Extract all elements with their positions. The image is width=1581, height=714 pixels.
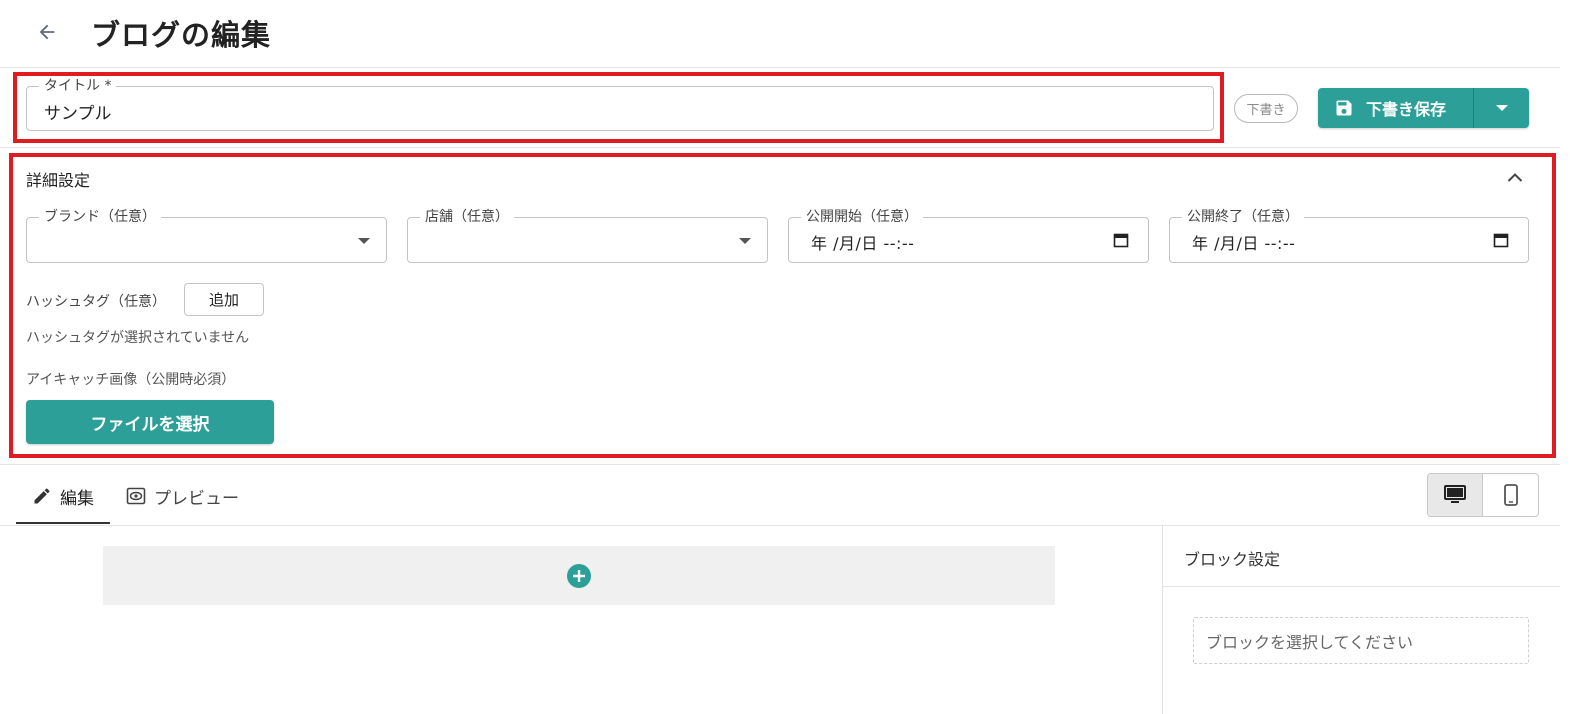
eye-icon bbox=[126, 487, 146, 505]
status-chip: 下書き bbox=[1234, 94, 1298, 123]
publish-end-value[interactable]: 年 /月/日 --:-- bbox=[1192, 230, 1295, 254]
details-section-title: 詳細設定 bbox=[26, 171, 91, 190]
title-input[interactable]: サンプル bbox=[44, 99, 112, 124]
hashtag-label: ハッシュタグ（任意） bbox=[26, 294, 166, 310]
add-hashtag-button[interactable]: 追加 bbox=[184, 283, 264, 316]
save-draft-label: 下書き保存 bbox=[1366, 100, 1447, 119]
publish-start-field[interactable]: 公開開始（任意） 年 /月/日 --:-- bbox=[788, 208, 1149, 263]
publish-start-value[interactable]: 年 /月/日 --:-- bbox=[811, 230, 914, 254]
tab-edit[interactable]: 編集 bbox=[16, 478, 110, 524]
brand-select[interactable]: ブランド（任意） bbox=[26, 208, 387, 263]
arrow-left-icon bbox=[39, 24, 55, 40]
plus-icon bbox=[573, 569, 585, 582]
save-icon bbox=[1336, 100, 1352, 116]
desktop-view-button[interactable] bbox=[1428, 474, 1484, 516]
title-field[interactable]: タイトル * サンプル bbox=[26, 77, 1214, 131]
caret-down-icon bbox=[1495, 105, 1508, 111]
tab-preview-label: プレビュー bbox=[154, 489, 239, 509]
publish-end-label: 公開終了（任意） bbox=[1182, 208, 1304, 226]
calendar-icon[interactable] bbox=[1493, 232, 1509, 248]
header-divider bbox=[0, 67, 1560, 68]
chevron-up-icon bbox=[1507, 173, 1523, 182]
device-toggle bbox=[1427, 473, 1539, 517]
hashtag-empty-text: ハッシュタグが選択されていません bbox=[26, 330, 250, 346]
block-settings-empty: ブロックを選択してください bbox=[1193, 617, 1529, 664]
tabs-divider bbox=[0, 525, 1560, 526]
details-divider bbox=[0, 464, 1560, 465]
smartphone-icon bbox=[1503, 484, 1518, 506]
mobile-view-button[interactable] bbox=[1483, 474, 1538, 516]
desktop-icon bbox=[1444, 485, 1466, 503]
title-field-label: タイトル * bbox=[39, 77, 117, 95]
save-button-group: 下書き保存 bbox=[1318, 88, 1529, 128]
tab-edit-label: 編集 bbox=[60, 489, 94, 509]
dropdown-arrow-icon bbox=[739, 238, 751, 244]
publish-start-label: 公開開始（任意） bbox=[801, 208, 923, 226]
empty-block-area bbox=[103, 546, 1055, 605]
block-settings-title: ブロック設定 bbox=[1184, 550, 1281, 569]
tab-preview[interactable]: プレビュー bbox=[126, 478, 256, 524]
save-options-button[interactable] bbox=[1474, 88, 1529, 128]
title-divider bbox=[0, 147, 1560, 148]
choose-file-button[interactable]: ファイルを選択 bbox=[26, 400, 274, 444]
page-header: ブログの編集 bbox=[0, 0, 1581, 66]
add-block-button[interactable] bbox=[567, 563, 591, 588]
store-select-label: 店舗（任意） bbox=[420, 208, 514, 226]
eyecatch-label: アイキャッチ画像（公開時必須） bbox=[26, 372, 236, 388]
publish-end-field[interactable]: 公開終了（任意） 年 /月/日 --:-- bbox=[1169, 208, 1529, 263]
calendar-icon[interactable] bbox=[1113, 232, 1129, 248]
collapse-button[interactable] bbox=[1502, 165, 1528, 189]
brand-select-label: ブランド（任意） bbox=[39, 208, 161, 226]
pencil-icon bbox=[34, 488, 50, 504]
side-panel-header-divider bbox=[1163, 586, 1560, 587]
save-draft-button[interactable]: 下書き保存 bbox=[1318, 88, 1474, 128]
store-select[interactable]: 店舗（任意） bbox=[407, 208, 768, 263]
back-button[interactable] bbox=[30, 17, 64, 47]
side-panel-divider bbox=[1162, 526, 1163, 714]
page-title: ブログの編集 bbox=[91, 18, 272, 52]
dropdown-arrow-icon bbox=[358, 238, 370, 244]
